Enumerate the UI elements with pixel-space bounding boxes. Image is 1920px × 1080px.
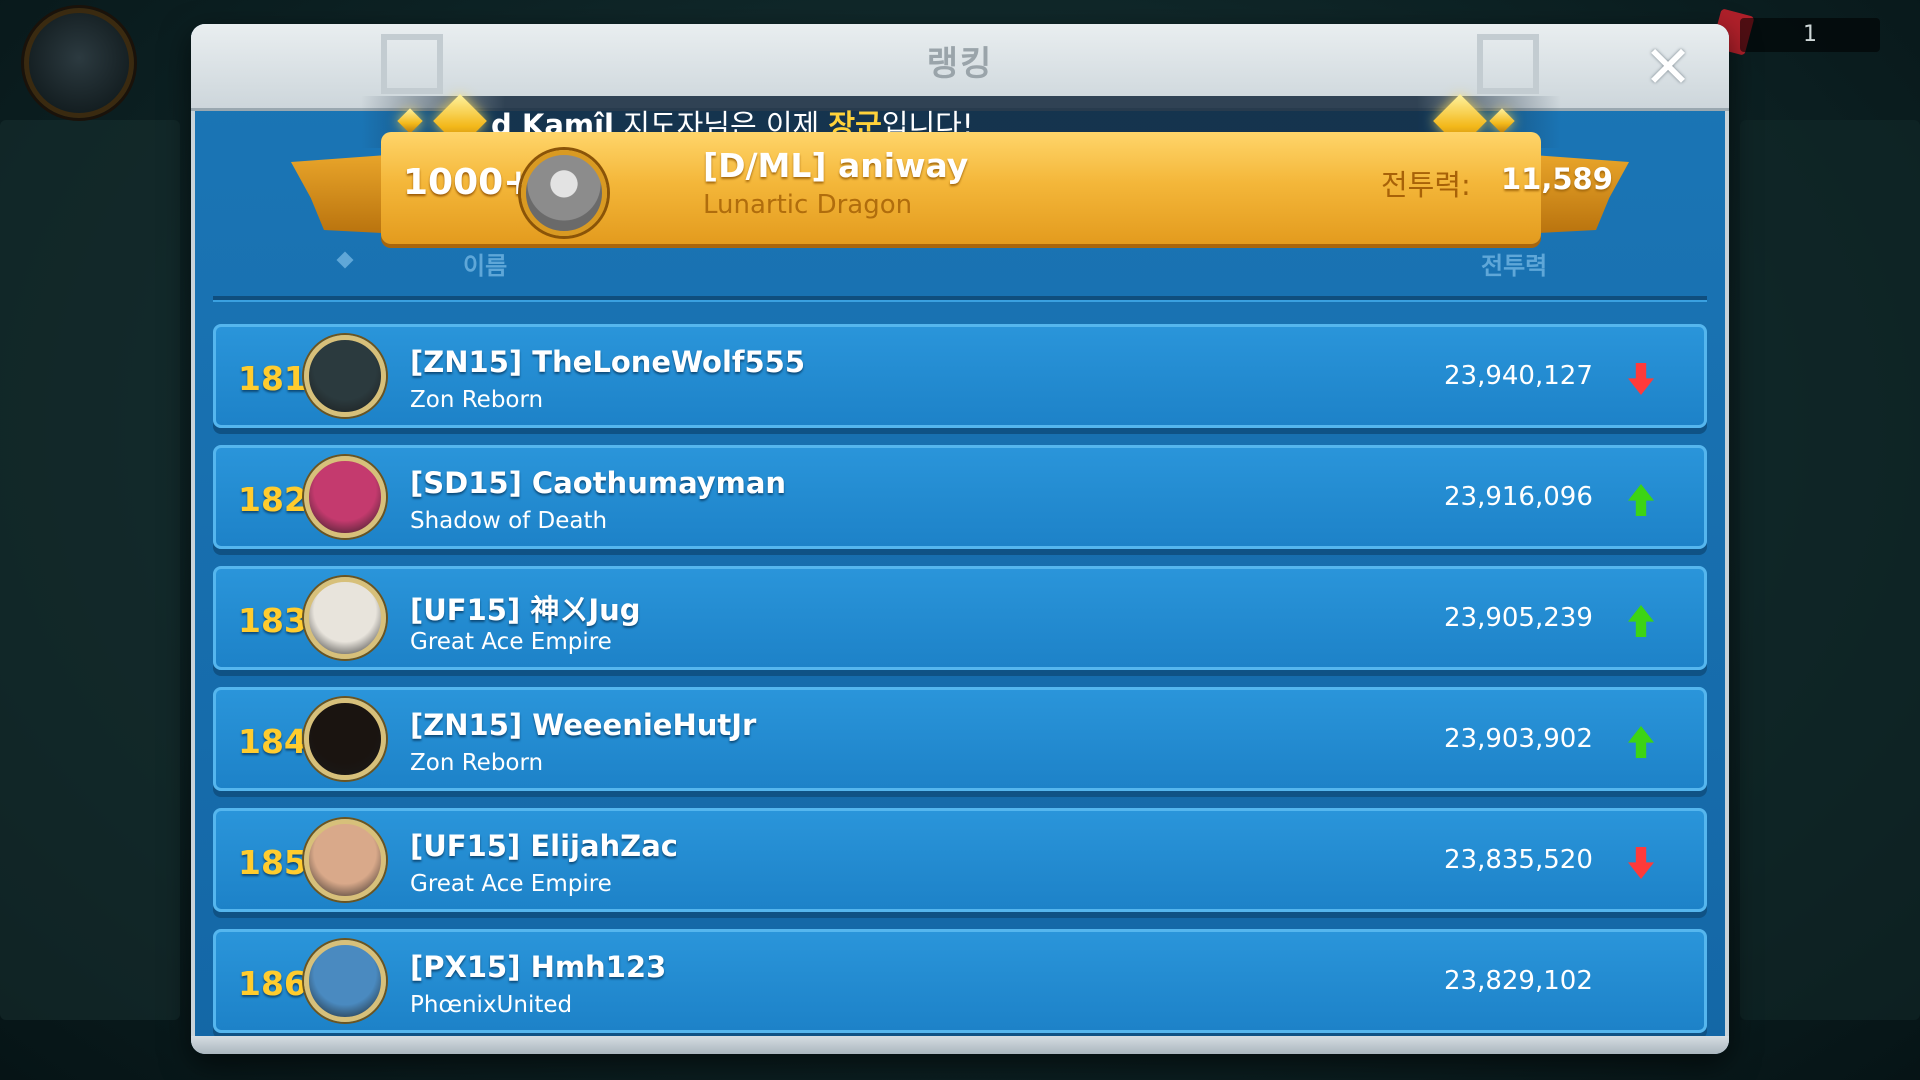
trend-arrow-icon [1628, 605, 1654, 637]
player-name: [UF15] 神ㄨJug [410, 593, 641, 627]
my-player-name: [D/ML] aniway [703, 146, 969, 185]
power-value: 23,916,096 [1444, 482, 1593, 512]
power-value: 23,940,127 [1444, 361, 1593, 391]
player-avatar[interactable] [304, 940, 386, 1022]
background-scenery [1740, 120, 1920, 1020]
guild-name: PhœnixUnited [410, 992, 573, 1018]
player-avatar[interactable] [304, 335, 386, 417]
guild-name: Zon Reborn [410, 750, 544, 776]
ranking-row[interactable]: 183 [UF15] 神ㄨJug Great Ace Empire 23,905… [213, 566, 1707, 670]
guild-name: Shadow of Death [410, 508, 608, 534]
rank-number: 185 [238, 843, 307, 882]
player-name: [SD15] Caothumayman [410, 466, 787, 500]
my-rank-banner[interactable]: 1000+ [D/ML] aniway Lunartic Dragon 전투력:… [381, 132, 1613, 244]
power-value: 23,903,902 [1444, 724, 1593, 754]
sparkle-gem-icon [1489, 108, 1515, 134]
power-value: 23,829,102 [1444, 966, 1593, 996]
my-guild-name: Lunartic Dragon [703, 190, 913, 220]
power-value: 23,835,520 [1444, 845, 1593, 875]
header-divider [213, 296, 1707, 302]
player-name: [ZN15] WeeenieHutJr [410, 708, 757, 742]
my-rank-number: 1000+ [403, 162, 534, 203]
player-name: [UF15] ElijahZac [410, 829, 678, 863]
resource-counter: 1 [1740, 18, 1880, 52]
player-name: [PX15] Hmh123 [410, 950, 667, 984]
rank-number: 183 [238, 601, 307, 640]
trend-arrow-icon [1628, 363, 1654, 395]
player-avatar[interactable] [304, 819, 386, 901]
background-scenery [0, 120, 180, 1020]
player-avatar[interactable] [304, 456, 386, 538]
ranking-row[interactable]: 184 [ZN15] WeeenieHutJr Zon Reborn 23,90… [213, 687, 1707, 791]
column-header-power: 전투력 [1481, 252, 1548, 280]
guild-name: Great Ace Empire [410, 629, 612, 655]
rank-number: 184 [238, 722, 307, 761]
guild-name: Zon Reborn [410, 387, 544, 413]
player-avatar[interactable] [304, 698, 386, 780]
panel-title: 랭킹 [926, 44, 994, 84]
ranking-row[interactable]: 181 [ZN15] TheLoneWolf555 Zon Reborn 23,… [213, 324, 1707, 428]
my-avatar [521, 150, 607, 236]
player-avatar-hud[interactable] [24, 8, 134, 118]
ranking-row[interactable]: 186 [PX15] Hmh123 PhœnixUnited 23,829,10… [213, 929, 1707, 1033]
rank-number: 182 [238, 480, 307, 519]
trend-arrow-icon [1628, 847, 1654, 879]
trend-arrow-icon [1628, 726, 1654, 758]
player-avatar[interactable] [304, 577, 386, 659]
column-header-name: 이름 [463, 252, 508, 280]
ranking-row[interactable]: 182 [SD15] Caothumayman Shadow of Death … [213, 445, 1707, 549]
ranking-row[interactable]: 185 [UF15] ElijahZac Great Ace Empire 23… [213, 808, 1707, 912]
panel-footer [191, 1036, 1729, 1054]
ranking-panel: 랭킹 ✕ d Kamîl 지도자님은 이제 장군입니다! 1000+ [D/ML… [191, 24, 1729, 1054]
rank-number: 181 [238, 359, 307, 398]
trend-arrow-icon [1628, 484, 1654, 516]
guild-name: Great Ace Empire [410, 871, 612, 897]
my-power-value: 11,589 [1501, 162, 1613, 196]
power-value: 23,905,239 [1444, 603, 1593, 633]
close-button[interactable]: ✕ [1641, 38, 1695, 96]
my-power-label: 전투력: [1381, 168, 1471, 202]
diamond-bullet-icon [336, 251, 354, 269]
rank-number: 186 [238, 964, 307, 1003]
player-name: [ZN15] TheLoneWolf555 [410, 345, 806, 379]
sparkle-gem-icon [397, 108, 423, 134]
